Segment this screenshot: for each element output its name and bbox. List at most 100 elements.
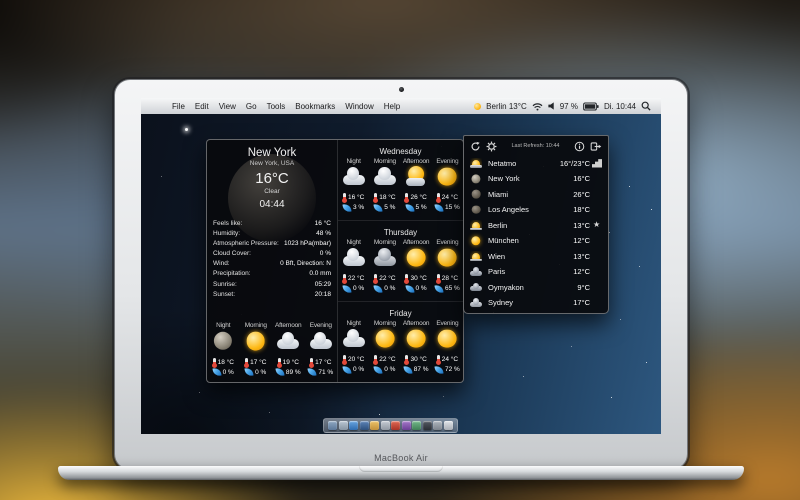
dock-icon[interactable] bbox=[339, 421, 348, 430]
location-name: Miami bbox=[488, 190, 573, 199]
rain-chance-icon bbox=[374, 365, 383, 374]
day-title: Friday bbox=[338, 309, 463, 318]
volume-icon[interactable] bbox=[548, 102, 555, 110]
thermometer-icon bbox=[405, 193, 408, 202]
period-temperature: 26 °C bbox=[401, 193, 432, 203]
location-row[interactable]: Miami 26°C bbox=[470, 187, 602, 202]
location-list: Netatmo 16°/23°C New York 16°C bbox=[464, 155, 608, 313]
forecast-period: Night 16 °C 3 % bbox=[338, 158, 369, 213]
panel-toolbar: Last Refresh: 10:44 bbox=[464, 136, 608, 155]
location-row[interactable]: Netatmo 16°/23°C bbox=[470, 156, 602, 171]
forecast-period: Evening 24 °C 72 % bbox=[432, 320, 463, 375]
forecast-period: Morning 22 °C 0 % bbox=[369, 239, 400, 294]
day-title: Thursday bbox=[338, 228, 463, 237]
thermometer-icon bbox=[374, 355, 377, 364]
period-label: Afternoon bbox=[401, 239, 432, 246]
thermometer-icon bbox=[310, 358, 313, 367]
refresh-icon[interactable] bbox=[470, 141, 481, 152]
forecast-period: Afternoon 26 °C 5 % bbox=[401, 158, 432, 213]
settings-gear-icon[interactable] bbox=[486, 141, 497, 152]
period-temperature: 18 °C bbox=[369, 193, 400, 203]
menu-item[interactable]: Window bbox=[340, 102, 378, 111]
thermometer-icon bbox=[437, 355, 440, 364]
location-temperature: 16°/23°C bbox=[560, 159, 590, 168]
period-precipitation: 0 % bbox=[369, 365, 400, 375]
menu-item[interactable]: Bookmarks bbox=[290, 102, 340, 111]
location-row[interactable]: Los Angeles 18°C bbox=[470, 202, 602, 217]
period-temperature: 16 °C bbox=[338, 193, 369, 203]
current-condition: Clear bbox=[207, 188, 337, 195]
menu-list: File Edit View Go Tools Bookmarks Window bbox=[141, 102, 405, 111]
dock-icon[interactable] bbox=[360, 421, 369, 430]
weather-icon bbox=[244, 331, 268, 351]
weather-icon bbox=[404, 248, 428, 268]
rain-chance-icon bbox=[405, 284, 414, 293]
menu-item[interactable]: Go bbox=[241, 102, 262, 111]
dock-icon[interactable] bbox=[381, 421, 390, 430]
location-row[interactable]: Oymyakon 9°C bbox=[470, 280, 602, 295]
dock-icon[interactable] bbox=[370, 421, 379, 430]
detail-value: 1023 hPa(mbar) bbox=[284, 239, 331, 249]
period-label: Morning bbox=[369, 320, 400, 327]
dock-icon[interactable] bbox=[423, 421, 432, 430]
rain-chance-icon bbox=[403, 365, 412, 374]
city-region: New York, USA bbox=[207, 160, 337, 167]
dock-icon[interactable] bbox=[444, 421, 453, 430]
weather-icon bbox=[404, 167, 428, 187]
menu-clock[interactable]: Di. 10:44 bbox=[604, 102, 636, 111]
period-precipitation: 0 % bbox=[240, 367, 273, 377]
location-row[interactable]: Sydney 17°C bbox=[470, 295, 602, 310]
wifi-icon[interactable] bbox=[532, 102, 543, 111]
thermometer-icon bbox=[343, 274, 346, 283]
location-row[interactable]: Berlin 13°C bbox=[470, 218, 602, 233]
menu-weather-label[interactable]: Berlin 13°C bbox=[486, 102, 527, 111]
menu-item[interactable]: View bbox=[214, 102, 241, 111]
location-extra-icon bbox=[592, 298, 602, 307]
period-label: Night bbox=[338, 239, 369, 246]
period-label: Evening bbox=[432, 239, 463, 246]
dock-icon[interactable] bbox=[402, 421, 411, 430]
period-label: Afternoon bbox=[272, 322, 305, 329]
weather-icon bbox=[373, 167, 397, 187]
macbook-air-label: MacBook Air bbox=[115, 453, 687, 463]
dock-icon[interactable] bbox=[328, 421, 337, 430]
dock-icon[interactable] bbox=[349, 421, 358, 430]
period-label: Afternoon bbox=[401, 158, 432, 165]
battery-percent[interactable]: 97 % bbox=[560, 102, 578, 111]
battery-icon[interactable] bbox=[583, 102, 599, 111]
rain-chance-icon bbox=[434, 203, 443, 212]
location-row[interactable]: New York 16°C bbox=[470, 171, 602, 186]
location-extra-icon bbox=[592, 190, 602, 199]
current-temperature: 16°C bbox=[207, 170, 337, 187]
detail-label: Feels like: bbox=[213, 219, 242, 229]
location-row[interactable]: München 12°C bbox=[470, 233, 602, 248]
info-icon[interactable] bbox=[574, 141, 585, 152]
dock-icon[interactable] bbox=[433, 421, 442, 430]
menu-item[interactable]: Help bbox=[379, 102, 405, 111]
menu-item[interactable]: Edit bbox=[190, 102, 214, 111]
quit-icon[interactable] bbox=[590, 141, 602, 152]
weather-icon bbox=[342, 167, 366, 187]
period-temperature: 20 °C bbox=[338, 355, 369, 365]
detail-label: Sunset: bbox=[213, 290, 235, 300]
dock-icon[interactable] bbox=[391, 421, 400, 430]
day-forecast-thursday: Thursday Night 22 °C 0 % bbox=[338, 220, 463, 301]
location-temperature: 12°C bbox=[573, 267, 590, 276]
spotlight-search-icon[interactable] bbox=[641, 101, 651, 111]
location-row[interactable]: Paris 12°C bbox=[470, 264, 602, 279]
detail-label: Atmospheric Pressure: bbox=[213, 239, 279, 249]
period-label: Evening bbox=[432, 320, 463, 327]
thermometer-icon bbox=[374, 193, 377, 202]
weather-icon bbox=[470, 205, 482, 215]
dock-icon[interactable] bbox=[412, 421, 421, 430]
rain-chance-icon bbox=[308, 367, 317, 376]
location-temperature: 17°C bbox=[573, 298, 590, 307]
location-temperature: 26°C bbox=[573, 190, 590, 199]
period-precipitation: 3 % bbox=[338, 203, 369, 213]
menu-item[interactable]: File bbox=[167, 102, 190, 111]
weather-menu-icon[interactable] bbox=[474, 103, 481, 110]
menu-item[interactable]: Tools bbox=[262, 102, 291, 111]
location-row[interactable]: Wien 13°C bbox=[470, 249, 602, 264]
webcam-dot bbox=[399, 87, 404, 92]
detail-row: Sunrise: 05:29 bbox=[213, 280, 331, 290]
